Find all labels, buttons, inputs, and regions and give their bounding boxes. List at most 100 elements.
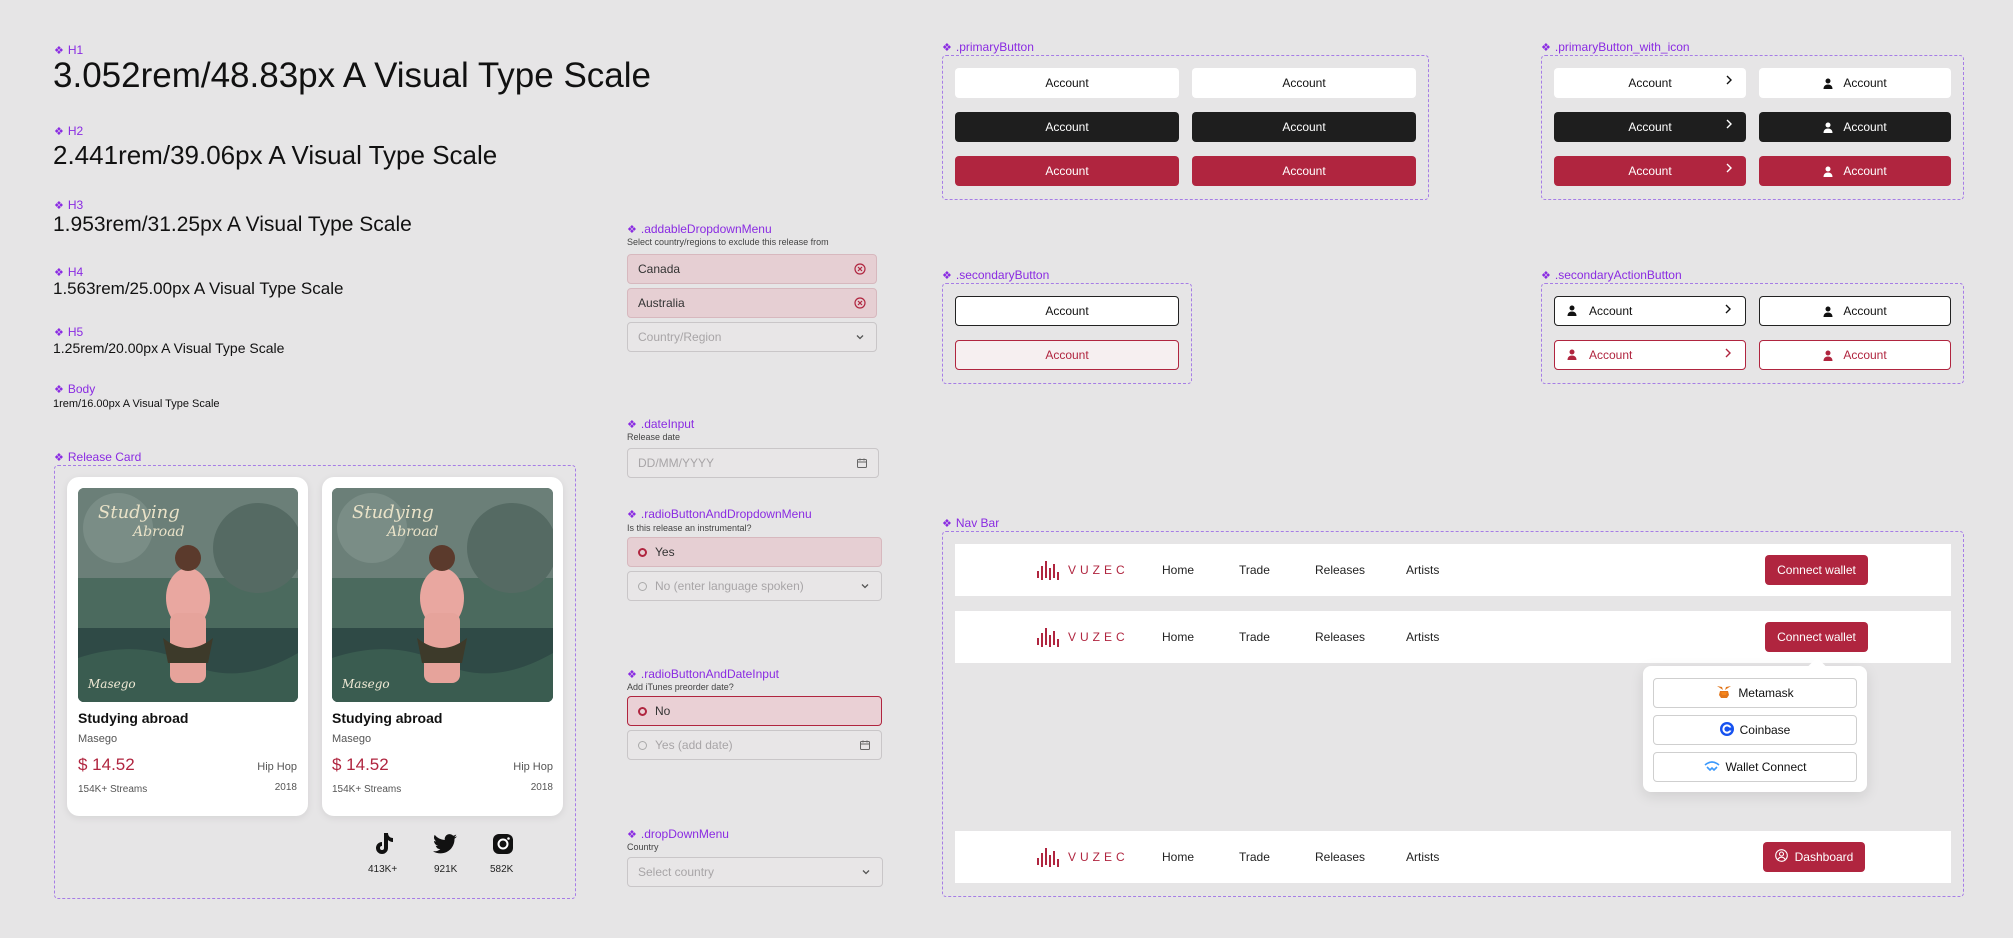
release-card[interactable]: Studying Abroad Masego Studying abroad M… <box>67 477 308 816</box>
nav-home[interactable]: Home <box>1162 630 1194 644</box>
nav-bar: VUZEC Home Trade Releases Artists Dashbo… <box>955 831 1951 883</box>
primary-button-user[interactable]: Account <box>1759 156 1951 186</box>
radio-dropdown-hint: Is this release an instrumental? <box>627 523 752 533</box>
nav-artists[interactable]: Artists <box>1406 563 1439 577</box>
country-placeholder: Select country <box>638 865 715 879</box>
date-placeholder: DD/MM/YYYY <box>638 456 715 470</box>
radio-option-yes[interactable]: Yes (add date) <box>627 730 882 760</box>
chevron-down-icon <box>860 866 872 878</box>
wallet-option-walletconnect[interactable]: Wallet Connect <box>1653 752 1857 782</box>
primary-button-white[interactable]: Account <box>1192 68 1416 98</box>
primary-button-red[interactable]: Account <box>955 156 1179 186</box>
svg-text:Abroad: Abroad <box>385 524 439 540</box>
nav-artists[interactable]: Artists <box>1406 630 1439 644</box>
remove-icon[interactable] <box>854 263 866 275</box>
release-streams: 154K+ Streams <box>332 784 402 795</box>
nav-releases[interactable]: Releases <box>1315 563 1365 577</box>
secondary-button-red[interactable]: Account <box>955 340 1179 370</box>
wallet-menu: Metamask Coinbase Wallet Connect <box>1643 657 1867 792</box>
radio-option-no[interactable]: No <box>627 696 882 726</box>
date-input-label: ❖ .dateInput <box>627 417 695 431</box>
radio-date-label: ❖ .radioButtonAndDateInput <box>627 667 779 681</box>
logo-text: VUZEC <box>1068 850 1129 864</box>
selected-region-chip[interactable]: Canada <box>627 254 877 284</box>
calendar-icon[interactable] <box>856 457 868 469</box>
vuzec-logo[interactable]: VUZEC <box>1036 625 1129 649</box>
primary-button-arrow[interactable]: Account <box>1554 112 1746 142</box>
addable-dropdown-hint: Select country/regions to exclude this r… <box>627 237 829 247</box>
svg-text:Studying: Studying <box>98 502 180 523</box>
connect-wallet-button[interactable]: Connect wallet <box>1765 555 1868 585</box>
chevron-right-icon <box>1724 118 1734 133</box>
primary-button-arrow[interactable]: Account <box>1554 156 1746 186</box>
calendar-icon[interactable] <box>859 739 871 751</box>
coinbase-icon <box>1719 721 1734 739</box>
dashboard-button[interactable]: Dashboard <box>1763 842 1865 872</box>
chevron-down-icon <box>859 580 871 592</box>
selected-region-chip[interactable]: Australia <box>627 288 877 318</box>
h3-tag: ❖ H3 <box>54 198 84 212</box>
dropdown-label: ❖ .dropDownMenu <box>627 827 729 841</box>
h1-sample: 3.052rem/48.83px A Visual Type Scale <box>53 56 652 95</box>
wallet-option-metamask[interactable]: Metamask <box>1653 678 1857 708</box>
nav-trade[interactable]: Trade <box>1239 563 1270 577</box>
primary-button-dark[interactable]: Account <box>955 112 1179 142</box>
social-count: 921K <box>434 864 458 875</box>
radio-option-no[interactable]: No (enter language spoken) <box>627 571 882 601</box>
nav-home[interactable]: Home <box>1162 563 1194 577</box>
radio-label: No <box>655 704 671 718</box>
nav-home[interactable]: Home <box>1162 850 1194 864</box>
vuzec-logo[interactable]: VUZEC <box>1036 845 1129 869</box>
album-cover: Studying Abroad Masego <box>332 488 553 702</box>
chevron-down-icon <box>854 331 866 343</box>
primary-button-user[interactable]: Account <box>1759 68 1951 98</box>
nav-releases[interactable]: Releases <box>1315 850 1365 864</box>
remove-icon[interactable] <box>854 297 866 309</box>
secondary-action-button[interactable]: Account <box>1554 296 1746 326</box>
radio-unselected-icon <box>638 581 647 591</box>
secondary-action-button-red[interactable]: Account <box>1759 340 1951 370</box>
radio-label: No (enter language spoken) <box>655 579 804 593</box>
connect-wallet-button[interactable]: Connect wallet <box>1765 622 1868 652</box>
region-dropdown[interactable]: Country/Region <box>627 322 877 352</box>
user-icon <box>1823 122 1833 133</box>
radio-label: Yes (add date) <box>655 738 733 752</box>
release-card[interactable]: Studying Abroad Masego Studying abroad M… <box>322 477 563 816</box>
country-dropdown[interactable]: Select country <box>627 857 883 887</box>
secondary-button[interactable]: Account <box>955 296 1179 326</box>
tiktok-icon[interactable] <box>372 832 394 861</box>
user-circle-icon <box>1774 849 1788 865</box>
primary-button-dark[interactable]: Account <box>1192 112 1416 142</box>
primary-button-red[interactable]: Account <box>1192 156 1416 186</box>
primary-button-white[interactable]: Account <box>955 68 1179 98</box>
nav-trade[interactable]: Trade <box>1239 630 1270 644</box>
metamask-icon <box>1716 685 1732 702</box>
region-placeholder: Country/Region <box>638 330 722 344</box>
secondary-action-button-red[interactable]: Account <box>1554 340 1746 370</box>
region-name: Canada <box>638 262 681 276</box>
chevron-right-icon <box>1724 162 1734 177</box>
radio-selected-icon <box>638 706 647 716</box>
nav-artists[interactable]: Artists <box>1406 850 1439 864</box>
addable-dropdown-label: ❖ .addableDropdownMenu <box>627 222 772 236</box>
release-title: Studying abroad <box>332 710 443 726</box>
radio-dropdown-label: ❖ .radioButtonAndDropdownMenu <box>627 507 812 521</box>
album-cover: Studying Abroad Masego <box>78 488 298 702</box>
h4-tag: ❖ H4 <box>54 265 84 279</box>
twitter-icon[interactable] <box>433 834 457 859</box>
vuzec-logo[interactable]: VUZEC <box>1036 558 1129 582</box>
radio-option-yes[interactable]: Yes <box>627 537 882 567</box>
instagram-icon[interactable] <box>492 833 514 860</box>
primary-button-arrow[interactable]: Account <box>1554 68 1746 98</box>
h3-sample: 1.953rem/31.25px A Visual Type Scale <box>53 213 412 236</box>
nav-releases[interactable]: Releases <box>1315 630 1365 644</box>
nav-trade[interactable]: Trade <box>1239 850 1270 864</box>
primary-button-user[interactable]: Account <box>1759 112 1951 142</box>
secondary-button-label: ❖ .secondaryButton <box>942 268 1050 282</box>
primary-icon-button-label: ❖ .primaryButton_with_icon <box>1541 40 1690 54</box>
secondary-action-button[interactable]: Account <box>1759 296 1951 326</box>
chevron-right-icon <box>1723 303 1733 318</box>
logo-text: VUZEC <box>1068 563 1129 577</box>
release-date-input[interactable]: DD/MM/YYYY <box>627 448 879 478</box>
wallet-option-coinbase[interactable]: Coinbase <box>1653 715 1857 745</box>
